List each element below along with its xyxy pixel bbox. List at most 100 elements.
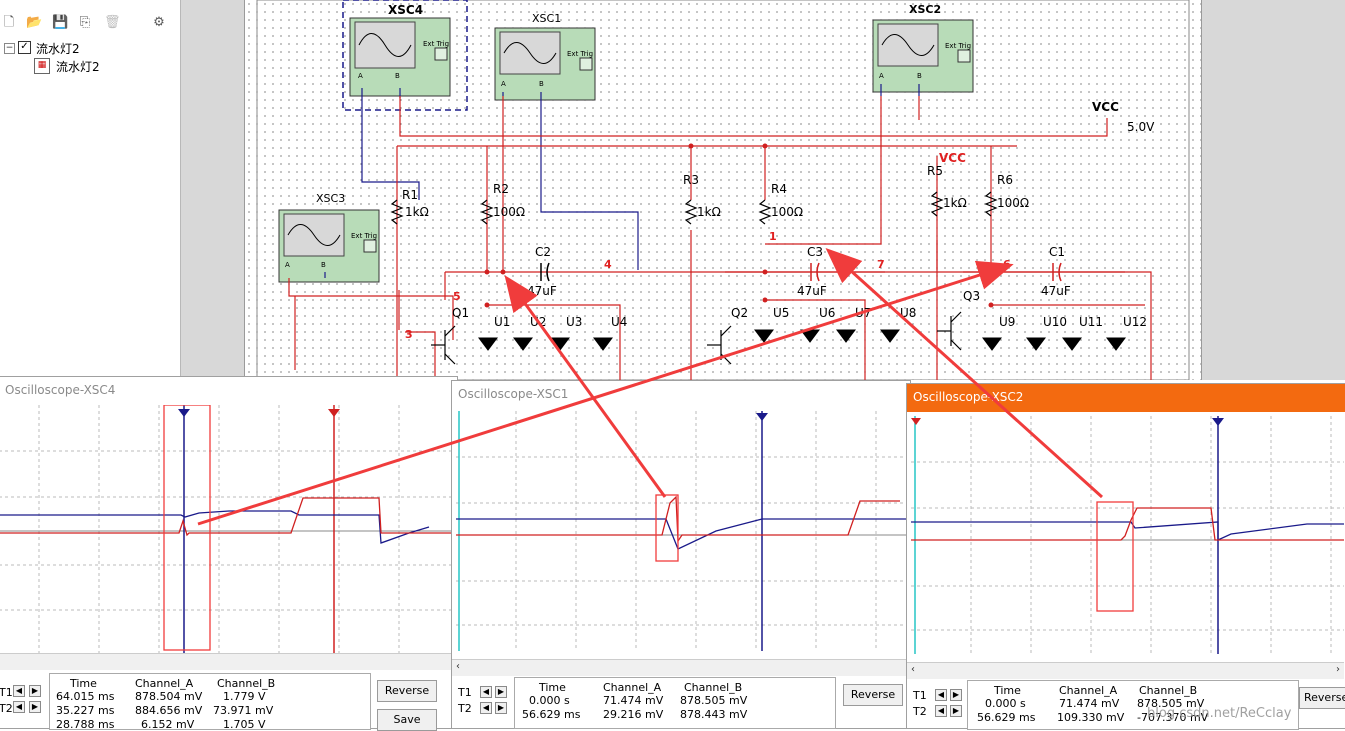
ext-trig-label: Ext Trig	[945, 42, 972, 50]
channel-a-label: A	[501, 80, 506, 88]
schematic-canvas[interactable]: XSC4 XSC1 XSC2 XSC3 Ext Trig Ext Trig Ex…	[244, 0, 1202, 380]
capacitor-c2-name: C2	[535, 245, 552, 259]
led-u4-label: U4	[611, 315, 628, 329]
t2-right-arrow-icon[interactable]: ▶	[29, 701, 41, 713]
xsc4-time-header: Time	[70, 677, 97, 690]
resistor-r1-name: R1	[402, 188, 418, 202]
led-u3-label: U3	[566, 315, 583, 329]
resistor-r6-value: 100Ω	[997, 196, 1030, 210]
channel-b-label: B	[539, 80, 544, 88]
xsc2-reverse-button[interactable]: Reverse	[1299, 687, 1345, 709]
xsc2-t2-channel-a: 109.330 mV	[1057, 711, 1125, 724]
horizontal-scrollbar[interactable]: ‹ ›	[907, 662, 1344, 679]
capacitor-c1-name: C1	[1049, 245, 1066, 259]
resistor-r4-name: R4	[771, 182, 787, 196]
oscilloscope-xsc2-screen[interactable]	[911, 416, 1344, 654]
xsc2-t2-time: 56.629 ms	[977, 711, 1036, 724]
xsc4-channel-a-header: Channel_A	[135, 677, 194, 690]
xsc4-t2-channel-b: 73.971 mV	[213, 704, 274, 717]
collapse-icon[interactable]: −	[4, 43, 15, 54]
channel-a-label: A	[879, 72, 884, 80]
checkbox-icon[interactable]: ✓	[18, 41, 31, 54]
xsc1-time-header: Time	[539, 681, 566, 694]
xsc4-save-button[interactable]: Save	[377, 709, 437, 731]
t2-left-arrow-icon[interactable]: ◀	[935, 705, 947, 717]
t2-left-arrow-icon[interactable]: ◀	[480, 702, 492, 714]
xsc2-t2-label: T2	[913, 705, 927, 718]
capacitor-c3-name: C3	[807, 245, 824, 259]
tree-child-label: 流水灯2	[56, 60, 100, 74]
xsc2-channel-b-header: Channel_B	[1139, 684, 1198, 697]
oscilloscope-xsc4-window[interactable]: Oscilloscope-XSC4 ◀ ▶ ◀ ▶ Time Channel_A…	[0, 376, 458, 731]
oscilloscope-xsc2-title[interactable]: Oscilloscope-XSC2	[907, 384, 1345, 412]
scope-xsc2-body	[872, 19, 974, 93]
resistor-r2-name: R2	[493, 182, 509, 196]
t2-right-arrow-icon[interactable]: ▶	[495, 702, 507, 714]
led-u1-label: U1	[494, 315, 511, 329]
oscilloscope-xsc4-screen[interactable]	[0, 405, 455, 653]
oscilloscope-xsc1-window[interactable]: Oscilloscope-XSC1 ‹ T1 T2 ◀ ▶ ◀ ▶ Time C…	[451, 380, 911, 729]
xsc2-t1-channel-a: 71.474 mV	[1059, 697, 1120, 710]
t1-left-arrow-icon[interactable]: ◀	[480, 686, 492, 698]
oscilloscope-xsc2-window[interactable]: Oscilloscope-XSC2 ‹ › T1 T2 ◀ ▶ ◀ ▶ Time…	[906, 383, 1345, 730]
scroll-left-icon[interactable]: ‹	[911, 664, 915, 675]
delete-icon[interactable]: 🗑	[104, 15, 121, 31]
xsc2-channel-a-header: Channel_A	[1059, 684, 1118, 697]
tree-root-item[interactable]: − ✓ 流水灯2	[4, 40, 174, 58]
resistor-r2-value: 100Ω	[493, 205, 526, 219]
channel-b-label: B	[917, 72, 922, 80]
t1-right-arrow-icon[interactable]: ▶	[950, 689, 962, 701]
settings-icon[interactable]: ⚙	[152, 15, 166, 31]
properties-icon[interactable]: ⎘	[78, 15, 92, 31]
t1-left-arrow-icon[interactable]: ◀	[935, 689, 947, 701]
ext-trig-label: Ext Trig	[423, 40, 450, 48]
xsc4-t2-time: 35.227 ms	[56, 704, 115, 717]
vcc-value: 5.0V	[1127, 120, 1155, 134]
horizontal-scrollbar[interactable]	[0, 653, 455, 670]
xsc1-t1-channel-a: 71.474 mV	[603, 694, 664, 707]
xsc4-t2-channel-a: 884.656 mV	[135, 704, 203, 717]
net-6-label: 6	[1003, 258, 1011, 271]
transistor-q1-label: Q1	[452, 306, 470, 320]
xsc1-reverse-button[interactable]: Reverse	[843, 684, 903, 706]
watermark-text: blog.csdn.net/ReCclay	[1147, 706, 1292, 721]
resistor-r3-value: 1kΩ	[697, 205, 721, 219]
scroll-right-icon[interactable]: ›	[1336, 664, 1340, 675]
net-7-label: 7	[877, 258, 885, 271]
capacitor-c2-value: 47uF	[527, 284, 557, 298]
scope-xsc3-label: XSC3	[316, 192, 346, 205]
oscilloscope-xsc1-title[interactable]: Oscilloscope-XSC1	[452, 381, 910, 409]
net-4-label: 4	[604, 258, 612, 271]
xsc1-channel-b-header: Channel_B	[684, 681, 743, 694]
channel-b-label: B	[395, 72, 400, 80]
horizontal-scrollbar[interactable]: ‹	[452, 659, 908, 676]
led-u7-label: U7	[855, 306, 872, 320]
scope-xsc3-body	[278, 209, 380, 283]
scope-xsc2-label: XSC2	[909, 3, 942, 16]
xsc2-time-header: Time	[994, 684, 1021, 697]
t1-left-arrow-icon[interactable]: ◀	[13, 685, 25, 697]
scope-xsc1-label: XSC1	[532, 12, 562, 25]
xsc4-t2-label: T2	[0, 702, 13, 715]
oscilloscope-xsc1-screen[interactable]	[456, 411, 906, 651]
capacitor-c1-value: 47uF	[1041, 284, 1071, 298]
xsc1-t2-channel-b: 878.443 mV	[680, 708, 748, 721]
led-u5-label: U5	[773, 306, 790, 320]
t2-left-arrow-icon[interactable]: ◀	[13, 701, 25, 713]
scope-xsc4-label: XSC4	[388, 3, 424, 17]
xsc4-reverse-button[interactable]: Reverse	[377, 680, 437, 702]
t1-right-arrow-icon[interactable]: ▶	[29, 685, 41, 697]
save-icon[interactable]: 💾	[52, 15, 68, 31]
led-u9-label: U9	[999, 315, 1016, 329]
net-5-label: 5	[453, 290, 461, 303]
scroll-left-icon[interactable]: ‹	[456, 661, 460, 672]
tree-child-item[interactable]: ▦ 流水灯2	[34, 58, 174, 76]
open-folder-icon[interactable]: 📂	[26, 15, 42, 31]
led-u12-label: U12	[1123, 315, 1148, 329]
t2-right-arrow-icon[interactable]: ▶	[950, 705, 962, 717]
t1-right-arrow-icon[interactable]: ▶	[495, 686, 507, 698]
transistor-q3-label: Q3	[963, 289, 981, 303]
xsc2-t1-time: 0.000 s	[985, 697, 1026, 710]
oscilloscope-xsc4-title[interactable]: Oscilloscope-XSC4	[0, 377, 457, 405]
new-file-icon[interactable]: 🗋	[2, 15, 16, 31]
